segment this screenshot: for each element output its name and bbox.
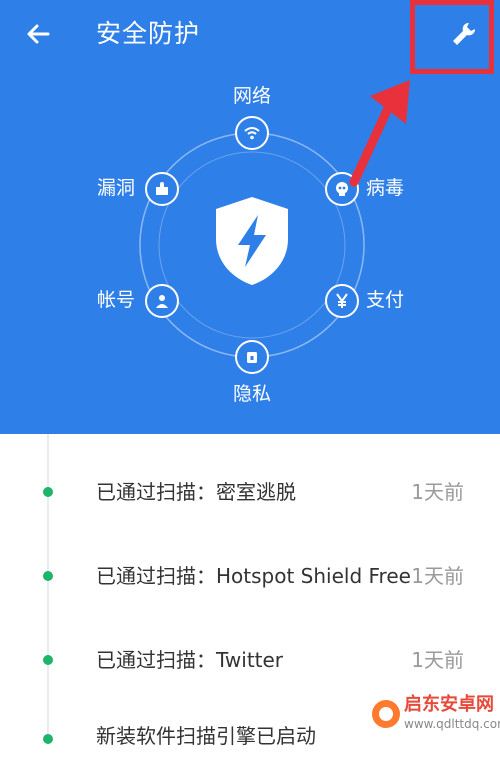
node-label-vulnerability: 漏洞 bbox=[97, 177, 136, 199]
node-label-account: 帐号 bbox=[97, 289, 136, 311]
payment-node[interactable] bbox=[325, 284, 359, 318]
puzzle-icon bbox=[156, 182, 168, 195]
page-title: 安全防护 bbox=[96, 19, 201, 48]
shield-lightning-icon[interactable] bbox=[212, 195, 292, 287]
vulnerability-node[interactable] bbox=[145, 172, 179, 206]
privacy-node[interactable] bbox=[235, 340, 269, 374]
back-arrow-icon[interactable] bbox=[22, 18, 54, 50]
annotation-arrow bbox=[349, 80, 410, 187]
watermark-name: 启东安卓网 bbox=[404, 694, 494, 715]
scan-list-item[interactable]: 已通过扫描：Twitter 1天前 bbox=[0, 630, 500, 690]
person-icon bbox=[156, 295, 168, 308]
scan-item-time: 1天前 bbox=[411, 564, 464, 588]
scan-item-text: 新装软件扫描引擎已启动 bbox=[96, 724, 316, 748]
account-node[interactable] bbox=[145, 284, 179, 318]
scan-item-text: 已通过扫描：Hotspot Shield Free bbox=[96, 564, 411, 588]
annotation-highlight-box bbox=[410, 0, 494, 74]
yen-icon bbox=[336, 293, 348, 308]
status-dot bbox=[43, 487, 53, 497]
node-label-network: 网络 bbox=[233, 85, 272, 107]
status-dot bbox=[43, 571, 53, 581]
status-dot bbox=[43, 655, 53, 665]
scan-item-text: 已通过扫描：Twitter bbox=[96, 648, 284, 672]
watermark-url: www.qdlttdq.com bbox=[404, 717, 500, 731]
network-node[interactable] bbox=[235, 116, 269, 150]
status-dot bbox=[43, 734, 53, 744]
scan-list-item[interactable]: 已通过扫描：密室逃脱 1天前 bbox=[0, 462, 500, 522]
scan-item-text: 已通过扫描：密室逃脱 bbox=[96, 480, 296, 504]
node-label-payment: 支付 bbox=[366, 289, 405, 311]
node-label-privacy: 隐私 bbox=[233, 383, 272, 405]
scan-list-item[interactable]: 已通过扫描：Hotspot Shield Free 1天前 bbox=[0, 546, 500, 606]
wifi-icon bbox=[244, 127, 260, 140]
lock-icon bbox=[247, 352, 257, 363]
scan-item-time: 1天前 bbox=[411, 648, 464, 672]
scan-item-time: 1天前 bbox=[411, 480, 464, 504]
